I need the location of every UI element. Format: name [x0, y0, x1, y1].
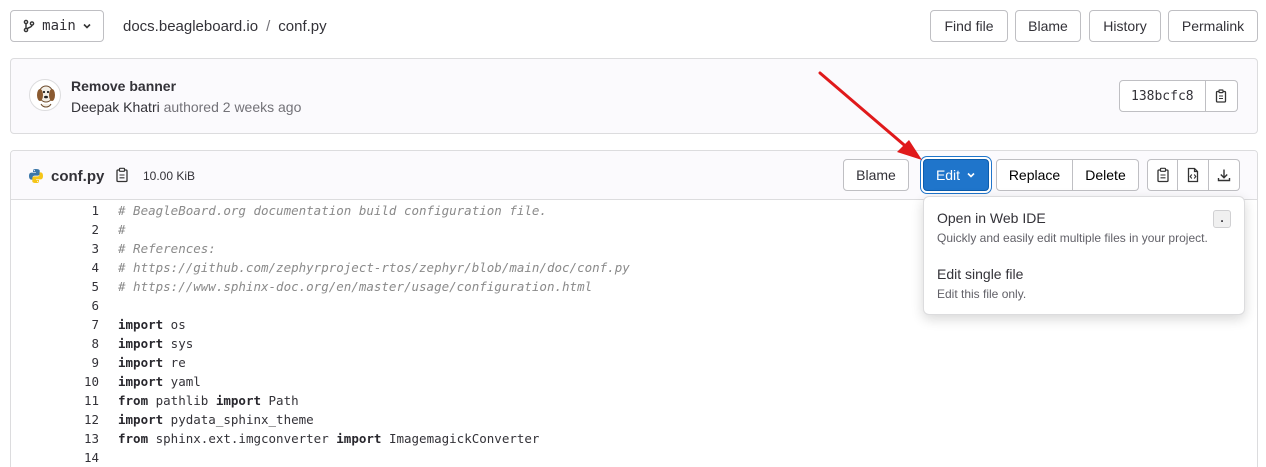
annotation-arrow: [818, 71, 922, 160]
